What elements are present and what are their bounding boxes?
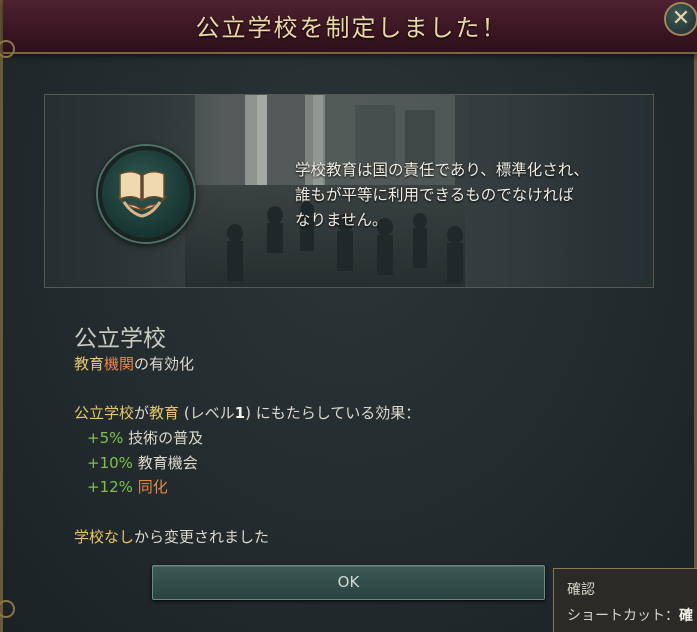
law-subtitle: 教育機関の有効化 [74,353,194,374]
law-change-note: 学校なしから変更されました [74,526,269,547]
shortcut-label: ショートカット： [567,608,679,624]
event-flavor-text: 学校教育は国の責任であり、標準化され、 誰もが平等に利用できるものでなければ な… [295,158,625,233]
law-name: 公立学校 [74,326,166,352]
dialog-title: 公立学校を制定しました！ [195,14,508,42]
effects-header: 公立学校が教育 (レベル1) にもたらしている効果： [74,402,420,423]
tooltip-shortcut: ショートカット：確 [567,605,693,625]
frame-ornament [0,600,15,618]
effects-connector: が [134,404,150,422]
level-suffix: ) にもたらしている効果： [245,404,421,422]
effect-label[interactable]: 同化 [138,478,168,496]
law-link[interactable]: 公立学校 [74,404,134,422]
effect-row: +12% 同化 [87,476,168,497]
open-book-in-hands-icon [98,146,194,242]
effect-label: 教育機会 [137,454,198,472]
close-button[interactable]: ✕ [664,2,697,36]
institution-level: 1 [234,404,246,422]
event-illustration: 学校教育は国の責任であり、標準化され、 誰もが平等に利用できるものでなければ な… [44,94,654,288]
institution-link[interactable]: 教育 [149,404,179,422]
flavor-line: 誰もが平等に利用できるものでなければ [295,186,574,204]
institution-type[interactable]: 機関 [104,355,134,373]
effect-value: +10% [87,454,133,472]
effect-row: +10% 教育機会 [87,452,198,473]
dialog-header: 公立学校を制定しました！ [3,0,697,54]
change-suffix: から変更されました [134,528,270,546]
ok-button[interactable]: OK [152,565,545,600]
institution-link[interactable]: 教育 [74,355,104,373]
effect-label: 技術の普及 [128,429,204,447]
level-prefix: (レベル [179,404,235,422]
subtitle-suffix: の有効化 [134,355,195,373]
previous-law-link[interactable]: 学校なし [74,528,134,546]
effect-value: +12% [87,478,133,496]
flavor-line: 学校教育は国の責任であり、標準化され、 [295,161,589,179]
tooltip: 確認 ショートカット：確 [553,568,697,632]
flavor-line: なりません。 [295,211,388,229]
frame-ornament [0,40,15,58]
tooltip-title: 確認 [567,582,595,598]
shortcut-key: 確 [679,608,693,624]
effect-value: +5% [87,429,124,447]
event-dialog: 公立学校を制定しました！ ✕ 学校教育は国の責任であり、標準化され、 誰もが平等… [0,0,697,632]
effect-row: +5% 技術の普及 [87,427,203,448]
close-icon: ✕ [671,6,691,31]
